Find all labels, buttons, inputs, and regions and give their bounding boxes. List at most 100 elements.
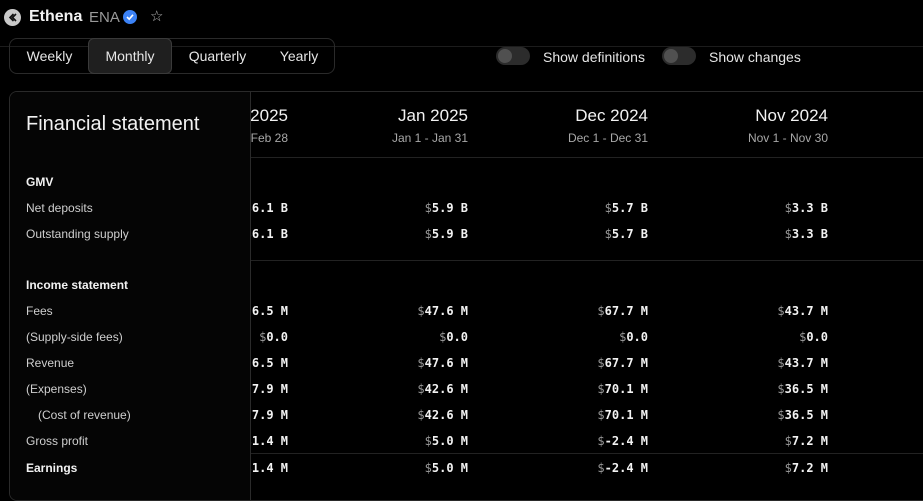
currency-symbol: $ (417, 304, 425, 318)
table-cell: $0.0 (799, 330, 828, 344)
tab-quarterly[interactable]: Quarterly (175, 39, 260, 73)
cell-value: -2.4 M (604, 461, 648, 475)
table-cell: $67.7 M (597, 356, 648, 370)
currency-symbol: $ (417, 356, 425, 370)
cell-value: 47.6 M (424, 304, 468, 318)
currency-symbol: $ (424, 201, 432, 215)
tab-yearly[interactable]: Yearly (262, 39, 336, 73)
table-cell: $7.2 M (785, 434, 828, 448)
cell-value: 70.1 M (604, 382, 648, 396)
cell-value: 26.5 M (244, 304, 288, 318)
cell-value: 36.5 M (784, 382, 828, 396)
row-labels-column: Financial statement GMV Net deposits Out… (10, 92, 251, 500)
cell-value: 0.0 (626, 330, 648, 344)
cell-value: 3.3 B (791, 227, 828, 241)
table-cell: $-2.4 M (597, 434, 648, 448)
show-definitions-toggle[interactable] (496, 47, 530, 65)
currency-symbol: $ (424, 227, 432, 241)
cell-value: 1.4 M (251, 461, 288, 475)
currency-symbol: $ (417, 408, 425, 422)
cell-value: 47.6 M (424, 356, 468, 370)
currency-symbol: $ (784, 434, 792, 448)
cell-value: 36.5 M (784, 408, 828, 422)
cell-value: 7.2 M (791, 461, 828, 475)
currency-symbol: $ (597, 382, 605, 396)
column-header-dec-2024: Dec 2024 Dec 1 - Dec 31 (568, 106, 648, 145)
currency-symbol: $ (777, 382, 785, 396)
toggle-knob (664, 49, 678, 63)
row-label-net-deposits: Net deposits (26, 201, 93, 215)
column-month: Nov 2024 (755, 106, 828, 125)
table-cell: $36.5 M (777, 408, 828, 422)
row-label-supply-side-fees: (Supply-side fees) (26, 330, 123, 344)
cell-value: 42.6 M (424, 382, 468, 396)
table-title: Financial statement (26, 113, 200, 135)
table-cell: $42.6 M (417, 382, 468, 396)
currency-symbol: $ (597, 356, 605, 370)
row-label-fees: Fees (26, 304, 53, 318)
currency-symbol: $ (604, 227, 612, 241)
table-cell: $36.5 M (777, 382, 828, 396)
cell-value: 0.0 (266, 330, 288, 344)
tab-monthly[interactable]: Monthly (88, 38, 172, 74)
table-cell: $5.0 M (425, 434, 468, 448)
table-cell: $1.4 M (245, 434, 288, 448)
currency-symbol: $ (417, 382, 425, 396)
cell-value: 43.7 M (784, 356, 828, 370)
show-changes-toggle[interactable] (662, 47, 696, 65)
currency-symbol: $ (424, 461, 432, 475)
period-tabs: Weekly Monthly Quarterly Yearly (9, 38, 335, 74)
asset-ticker: ENA (89, 9, 120, 26)
table-cell: $5.9 B (425, 227, 468, 241)
asset-name: Ethena (29, 8, 83, 25)
table-cell: $3.3 B (785, 201, 828, 215)
row-label-earnings: Earnings (26, 461, 78, 475)
cell-value: 27.9 M (244, 408, 288, 422)
column-range: Feb 28 (250, 131, 288, 145)
cell-value: 0.0 (446, 330, 468, 344)
table-cell: $43.7 M (777, 356, 828, 370)
currency-symbol: $ (777, 408, 785, 422)
row-label-expenses: (Expenses) (26, 382, 87, 396)
table-cell: $0.0 (439, 330, 468, 344)
favorite-star-icon[interactable]: ☆ (150, 8, 163, 26)
currency-symbol: $ (784, 227, 792, 241)
toggle-knob (498, 49, 512, 63)
column-header-feb-2025: 2025 Feb 28 (250, 106, 288, 145)
currency-symbol: $ (597, 461, 605, 475)
cell-value: 5.0 M (431, 461, 468, 475)
table-cell: $5.7 B (605, 227, 648, 241)
cell-value: 70.1 M (604, 408, 648, 422)
column-range: Jan 1 - Jan 31 (391, 131, 468, 145)
section-title-gmv: GMV (26, 175, 54, 189)
currency-symbol: $ (604, 201, 612, 215)
section-title-income-statement: Income statement (26, 278, 129, 292)
ethena-logo-icon (4, 9, 21, 26)
column-range: Dec 1 - Dec 31 (567, 131, 648, 145)
row-label-revenue: Revenue (26, 356, 75, 370)
show-changes-label: Show changes (709, 49, 801, 65)
table-cell: $5.0 M (425, 461, 468, 475)
table-cell: $70.1 M (597, 408, 648, 422)
currency-symbol: $ (597, 408, 605, 422)
table-cell: $5.9 B (425, 201, 468, 215)
financial-statement-table: 2025 Feb 28 Jan 2025 Jan 1 - Jan 31 Dec … (9, 91, 923, 501)
table-cell: $0.0 (619, 330, 648, 344)
table-cell: $47.6 M (417, 356, 468, 370)
currency-symbol: $ (777, 356, 785, 370)
cell-value: 5.7 B (611, 227, 648, 241)
column-range: Nov 1 - Nov 30 (747, 131, 828, 145)
row-label-gross-profit: Gross profit (26, 434, 89, 448)
column-header-nov-2024: Nov 2024 Nov 1 - Nov 30 (748, 106, 828, 145)
cell-value: 5.9 B (431, 201, 468, 215)
cell-value: 0.0 (806, 330, 828, 344)
row-label-cost-of-revenue: (Cost of revenue) (38, 408, 131, 422)
cell-value: 1.4 M (251, 434, 288, 448)
table-cell: $0.0 (259, 330, 288, 344)
cell-value: 67.7 M (604, 304, 648, 318)
currency-symbol: $ (424, 434, 432, 448)
table-cell: $70.1 M (597, 382, 648, 396)
cell-value: 6.1 B (251, 227, 288, 241)
column-month: Jan 2025 (398, 106, 468, 125)
tab-weekly[interactable]: Weekly (12, 39, 87, 73)
